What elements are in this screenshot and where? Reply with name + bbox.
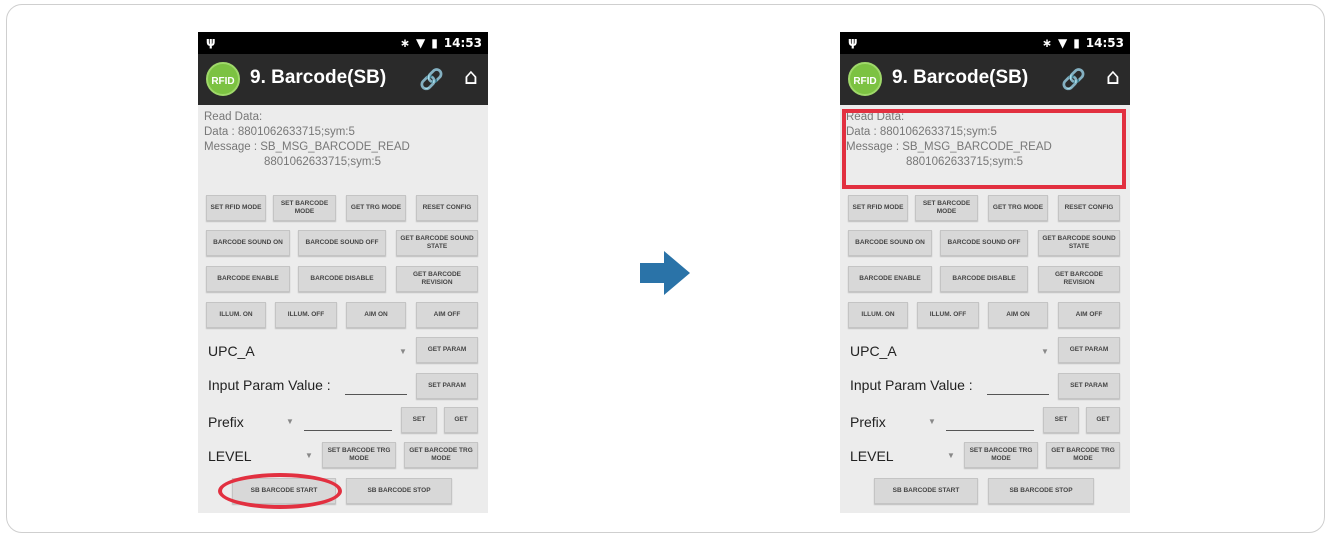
chevron-down-icon: ▼ [399,347,407,356]
read-data-block: Read Data: Data : 8801062633715;sym:5 Me… [204,110,410,170]
link-icon[interactable]: 🔗 [419,67,444,91]
battery-icon: ▮ [431,36,438,50]
status-time: 14:53 [1085,36,1124,50]
bluetooth-icon: ∗ [399,36,410,50]
get-button[interactable]: GET [444,407,478,433]
prefix-input[interactable] [304,430,392,431]
barcode-enable-button[interactable]: BARCODE ENABLE [206,266,290,292]
illum-off-button[interactable]: ILLUM. OFF [275,302,337,328]
usb-icon: ψ [848,35,858,49]
battery-icon: ▮ [1073,36,1080,50]
get-barcode-revision-button[interactable]: GET BARCODE REVISION [1038,266,1120,292]
get-barcode-revision-button[interactable]: GET BARCODE REVISION [396,266,478,292]
chevron-down-icon: ▼ [1041,347,1049,356]
level-select[interactable]: LEVEL [208,448,252,464]
get-trg-mode-button[interactable]: GET TRG MODE [988,195,1048,221]
reset-config-button[interactable]: RESET CONFIG [1058,195,1120,221]
read-data-value: Data : 8801062633715;sym:5 [204,126,355,138]
level-select[interactable]: LEVEL [850,448,894,464]
status-time: 14:53 [443,36,482,50]
set-barcode-trg-mode-button[interactable]: SET BARCODE TRG MODE [322,442,396,468]
set-param-button[interactable]: SET PARAM [416,373,478,399]
illum-on-button[interactable]: ILLUM. ON [206,302,266,328]
prefix-select[interactable]: Prefix [208,414,244,430]
status-bar: ψ ∗ ▼ ▮ 14:53 [840,32,1130,54]
read-message-cont: 8801062633715;sym:5 [264,156,382,168]
get-param-button[interactable]: GET PARAM [1058,337,1120,363]
prefix-input[interactable] [946,430,1034,431]
app-title: 9. Barcode(SB) [250,67,387,88]
set-rfid-mode-button[interactable]: SET RFID MODE [206,195,266,221]
barcode-disable-button[interactable]: BARCODE DISABLE [940,266,1028,292]
app-bar: RFID 9. Barcode(SB) 🔗 ⌂ [198,54,488,105]
get-barcode-sound-state-button[interactable]: GET BARCODE SOUND STATE [1038,230,1120,256]
arrow-right-icon [640,251,690,295]
sb-barcode-stop-button[interactable]: SB BARCODE STOP [346,478,452,504]
app-bar: RFID 9. Barcode(SB) 🔗 ⌂ [840,54,1130,105]
set-param-button[interactable]: SET PARAM [1058,373,1120,399]
get-param-button[interactable]: GET PARAM [416,337,478,363]
get-button[interactable]: GET [1086,407,1120,433]
aim-off-button[interactable]: AIM OFF [416,302,478,328]
aim-off-button[interactable]: AIM OFF [1058,302,1120,328]
highlight-box [842,109,1126,189]
set-barcode-mode-button[interactable]: SET BARCODE MODE [273,195,336,221]
prefix-select[interactable]: Prefix [850,414,886,430]
input-param-label: Input Param Value : [850,377,973,393]
input-param-field[interactable] [345,394,407,395]
aim-on-button[interactable]: AIM ON [988,302,1048,328]
read-data-label: Read Data: [204,111,263,123]
illum-on-button[interactable]: ILLUM. ON [848,302,908,328]
set-button[interactable]: SET [1043,407,1079,433]
rfid-logo: RFID [206,62,240,96]
bluetooth-icon: ∗ [1041,36,1052,50]
chevron-down-icon: ▼ [305,451,313,460]
get-barcode-sound-state-button[interactable]: GET BARCODE SOUND STATE [396,230,478,256]
sb-barcode-start-button[interactable]: SB BARCODE START [874,478,978,504]
link-icon[interactable]: 🔗 [1061,67,1086,91]
get-trg-mode-button[interactable]: GET TRG MODE [346,195,406,221]
set-barcode-trg-mode-button[interactable]: SET BARCODE TRG MODE [964,442,1038,468]
get-barcode-trg-mode-button[interactable]: GET BARCODE TRG MODE [404,442,478,468]
wifi-icon: ▼ [1057,36,1068,50]
input-param-field[interactable] [987,394,1049,395]
phone-screen-after: ψ ∗ ▼ ▮ 14:53 RFID 9. Barcode(SB) 🔗 ⌂ Re… [840,32,1130,513]
home-icon[interactable]: ⌂ [1106,65,1120,90]
read-message: Message : SB_MSG_BARCODE_READ [204,141,410,153]
wifi-icon: ▼ [415,36,426,50]
app-title: 9. Barcode(SB) [892,67,1029,88]
reset-config-button[interactable]: RESET CONFIG [416,195,478,221]
usb-icon: ψ [206,35,216,49]
symbology-select[interactable]: UPC_A [208,343,255,359]
chevron-down-icon: ▼ [947,451,955,460]
aim-on-button[interactable]: AIM ON [346,302,406,328]
set-barcode-mode-button[interactable]: SET BARCODE MODE [915,195,978,221]
barcode-sound-off-button[interactable]: BARCODE SOUND OFF [940,230,1028,256]
get-barcode-trg-mode-button[interactable]: GET BARCODE TRG MODE [1046,442,1120,468]
chevron-down-icon: ▼ [928,417,936,426]
chevron-down-icon: ▼ [286,417,294,426]
sb-barcode-stop-button[interactable]: SB BARCODE STOP [988,478,1094,504]
barcode-enable-button[interactable]: BARCODE ENABLE [848,266,932,292]
symbology-select[interactable]: UPC_A [850,343,897,359]
home-icon[interactable]: ⌂ [464,65,478,90]
input-param-label: Input Param Value : [208,377,331,393]
barcode-disable-button[interactable]: BARCODE DISABLE [298,266,386,292]
barcode-sound-on-button[interactable]: BARCODE SOUND ON [848,230,932,256]
set-button[interactable]: SET [401,407,437,433]
set-rfid-mode-button[interactable]: SET RFID MODE [848,195,908,221]
highlight-ellipse [218,473,342,509]
rfid-logo: RFID [848,62,882,96]
barcode-sound-off-button[interactable]: BARCODE SOUND OFF [298,230,386,256]
phone-screen-before: ψ ∗ ▼ ▮ 14:53 RFID 9. Barcode(SB) 🔗 ⌂ Re… [198,32,488,513]
status-bar: ψ ∗ ▼ ▮ 14:53 [198,32,488,54]
illum-off-button[interactable]: ILLUM. OFF [917,302,979,328]
barcode-sound-on-button[interactable]: BARCODE SOUND ON [206,230,290,256]
